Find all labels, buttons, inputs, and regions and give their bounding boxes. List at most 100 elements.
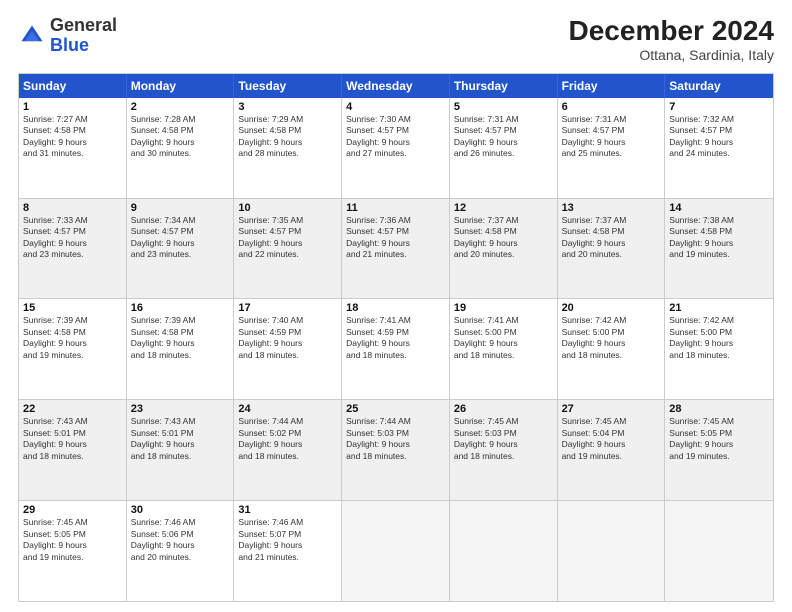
cell-info: Sunrise: 7:34 AM Sunset: 4:57 PM Dayligh… [131,215,230,261]
calendar-row-3: 15Sunrise: 7:39 AM Sunset: 4:58 PM Dayli… [19,299,773,400]
header-day-thursday: Thursday [450,74,558,98]
cell-info: Sunrise: 7:45 AM Sunset: 5:03 PM Dayligh… [454,416,553,462]
cell-info: Sunrise: 7:30 AM Sunset: 4:57 PM Dayligh… [346,114,445,160]
cal-cell-1: 1Sunrise: 7:27 AM Sunset: 4:58 PM Daylig… [19,98,127,198]
cal-cell-25: 25Sunrise: 7:44 AM Sunset: 5:03 PM Dayli… [342,400,450,500]
cal-cell-16: 16Sunrise: 7:39 AM Sunset: 4:58 PM Dayli… [127,299,235,399]
cell-info: Sunrise: 7:38 AM Sunset: 4:58 PM Dayligh… [669,215,769,261]
cal-cell-empty [342,501,450,601]
cal-cell-26: 26Sunrise: 7:45 AM Sunset: 5:03 PM Dayli… [450,400,558,500]
logo-text: General Blue [50,16,117,56]
cell-info: Sunrise: 7:40 AM Sunset: 4:59 PM Dayligh… [238,315,337,361]
cal-cell-3: 3Sunrise: 7:29 AM Sunset: 4:58 PM Daylig… [234,98,342,198]
header-day-sunday: Sunday [19,74,127,98]
cal-cell-29: 29Sunrise: 7:45 AM Sunset: 5:05 PM Dayli… [19,501,127,601]
day-number: 21 [669,302,769,314]
logo-icon [18,22,46,50]
day-number: 24 [238,403,337,415]
cal-cell-21: 21Sunrise: 7:42 AM Sunset: 5:00 PM Dayli… [665,299,773,399]
day-number: 28 [669,403,769,415]
cal-cell-5: 5Sunrise: 7:31 AM Sunset: 4:57 PM Daylig… [450,98,558,198]
day-number: 31 [238,504,337,516]
cal-cell-8: 8Sunrise: 7:33 AM Sunset: 4:57 PM Daylig… [19,199,127,299]
cell-info: Sunrise: 7:46 AM Sunset: 5:07 PM Dayligh… [238,517,337,563]
cell-info: Sunrise: 7:37 AM Sunset: 4:58 PM Dayligh… [562,215,661,261]
day-number: 3 [238,101,337,113]
day-number: 4 [346,101,445,113]
cell-info: Sunrise: 7:41 AM Sunset: 5:00 PM Dayligh… [454,315,553,361]
cal-cell-13: 13Sunrise: 7:37 AM Sunset: 4:58 PM Dayli… [558,199,666,299]
cal-cell-20: 20Sunrise: 7:42 AM Sunset: 5:00 PM Dayli… [558,299,666,399]
cal-cell-17: 17Sunrise: 7:40 AM Sunset: 4:59 PM Dayli… [234,299,342,399]
day-number: 18 [346,302,445,314]
cell-info: Sunrise: 7:29 AM Sunset: 4:58 PM Dayligh… [238,114,337,160]
cal-cell-empty [558,501,666,601]
day-number: 25 [346,403,445,415]
cell-info: Sunrise: 7:44 AM Sunset: 5:03 PM Dayligh… [346,416,445,462]
cal-cell-18: 18Sunrise: 7:41 AM Sunset: 4:59 PM Dayli… [342,299,450,399]
cal-cell-22: 22Sunrise: 7:43 AM Sunset: 5:01 PM Dayli… [19,400,127,500]
cell-info: Sunrise: 7:33 AM Sunset: 4:57 PM Dayligh… [23,215,122,261]
cell-info: Sunrise: 7:43 AM Sunset: 5:01 PM Dayligh… [131,416,230,462]
title-block: December 2024 Ottana, Sardinia, Italy [569,16,774,63]
day-number: 16 [131,302,230,314]
calendar-body: 1Sunrise: 7:27 AM Sunset: 4:58 PM Daylig… [19,98,773,601]
cell-info: Sunrise: 7:31 AM Sunset: 4:57 PM Dayligh… [562,114,661,160]
cell-info: Sunrise: 7:36 AM Sunset: 4:57 PM Dayligh… [346,215,445,261]
calendar-header: SundayMondayTuesdayWednesdayThursdayFrid… [19,74,773,98]
cal-cell-empty [665,501,773,601]
cell-info: Sunrise: 7:43 AM Sunset: 5:01 PM Dayligh… [23,416,122,462]
day-number: 10 [238,202,337,214]
cell-info: Sunrise: 7:45 AM Sunset: 5:04 PM Dayligh… [562,416,661,462]
header-day-tuesday: Tuesday [234,74,342,98]
day-number: 1 [23,101,122,113]
cal-cell-11: 11Sunrise: 7:36 AM Sunset: 4:57 PM Dayli… [342,199,450,299]
cell-info: Sunrise: 7:37 AM Sunset: 4:58 PM Dayligh… [454,215,553,261]
header-day-wednesday: Wednesday [342,74,450,98]
calendar-row-2: 8Sunrise: 7:33 AM Sunset: 4:57 PM Daylig… [19,199,773,300]
cell-info: Sunrise: 7:45 AM Sunset: 5:05 PM Dayligh… [669,416,769,462]
cal-cell-14: 14Sunrise: 7:38 AM Sunset: 4:58 PM Dayli… [665,199,773,299]
cal-cell-10: 10Sunrise: 7:35 AM Sunset: 4:57 PM Dayli… [234,199,342,299]
cell-info: Sunrise: 7:45 AM Sunset: 5:05 PM Dayligh… [23,517,122,563]
day-number: 19 [454,302,553,314]
day-number: 13 [562,202,661,214]
header-day-friday: Friday [558,74,666,98]
day-number: 9 [131,202,230,214]
day-number: 23 [131,403,230,415]
cal-cell-23: 23Sunrise: 7:43 AM Sunset: 5:01 PM Dayli… [127,400,235,500]
cell-info: Sunrise: 7:32 AM Sunset: 4:57 PM Dayligh… [669,114,769,160]
cell-info: Sunrise: 7:27 AM Sunset: 4:58 PM Dayligh… [23,114,122,160]
calendar-row-4: 22Sunrise: 7:43 AM Sunset: 5:01 PM Dayli… [19,400,773,501]
cell-info: Sunrise: 7:28 AM Sunset: 4:58 PM Dayligh… [131,114,230,160]
cell-info: Sunrise: 7:31 AM Sunset: 4:57 PM Dayligh… [454,114,553,160]
day-number: 12 [454,202,553,214]
calendar: SundayMondayTuesdayWednesdayThursdayFrid… [18,73,774,602]
header: General Blue December 2024 Ottana, Sardi… [18,16,774,63]
cal-cell-30: 30Sunrise: 7:46 AM Sunset: 5:06 PM Dayli… [127,501,235,601]
cal-cell-27: 27Sunrise: 7:45 AM Sunset: 5:04 PM Dayli… [558,400,666,500]
day-number: 2 [131,101,230,113]
page: General Blue December 2024 Ottana, Sardi… [0,0,792,612]
cal-cell-24: 24Sunrise: 7:44 AM Sunset: 5:02 PM Dayli… [234,400,342,500]
day-number: 17 [238,302,337,314]
cell-info: Sunrise: 7:42 AM Sunset: 5:00 PM Dayligh… [562,315,661,361]
day-number: 26 [454,403,553,415]
header-day-monday: Monday [127,74,235,98]
day-number: 30 [131,504,230,516]
header-day-saturday: Saturday [665,74,773,98]
day-number: 22 [23,403,122,415]
day-number: 14 [669,202,769,214]
cal-cell-15: 15Sunrise: 7:39 AM Sunset: 4:58 PM Dayli… [19,299,127,399]
day-number: 29 [23,504,122,516]
cal-cell-7: 7Sunrise: 7:32 AM Sunset: 4:57 PM Daylig… [665,98,773,198]
cell-info: Sunrise: 7:42 AM Sunset: 5:00 PM Dayligh… [669,315,769,361]
cell-info: Sunrise: 7:35 AM Sunset: 4:57 PM Dayligh… [238,215,337,261]
calendar-row-1: 1Sunrise: 7:27 AM Sunset: 4:58 PM Daylig… [19,98,773,199]
day-number: 7 [669,101,769,113]
cal-cell-2: 2Sunrise: 7:28 AM Sunset: 4:58 PM Daylig… [127,98,235,198]
cal-cell-6: 6Sunrise: 7:31 AM Sunset: 4:57 PM Daylig… [558,98,666,198]
cal-cell-empty [450,501,558,601]
cal-cell-19: 19Sunrise: 7:41 AM Sunset: 5:00 PM Dayli… [450,299,558,399]
cal-cell-31: 31Sunrise: 7:46 AM Sunset: 5:07 PM Dayli… [234,501,342,601]
